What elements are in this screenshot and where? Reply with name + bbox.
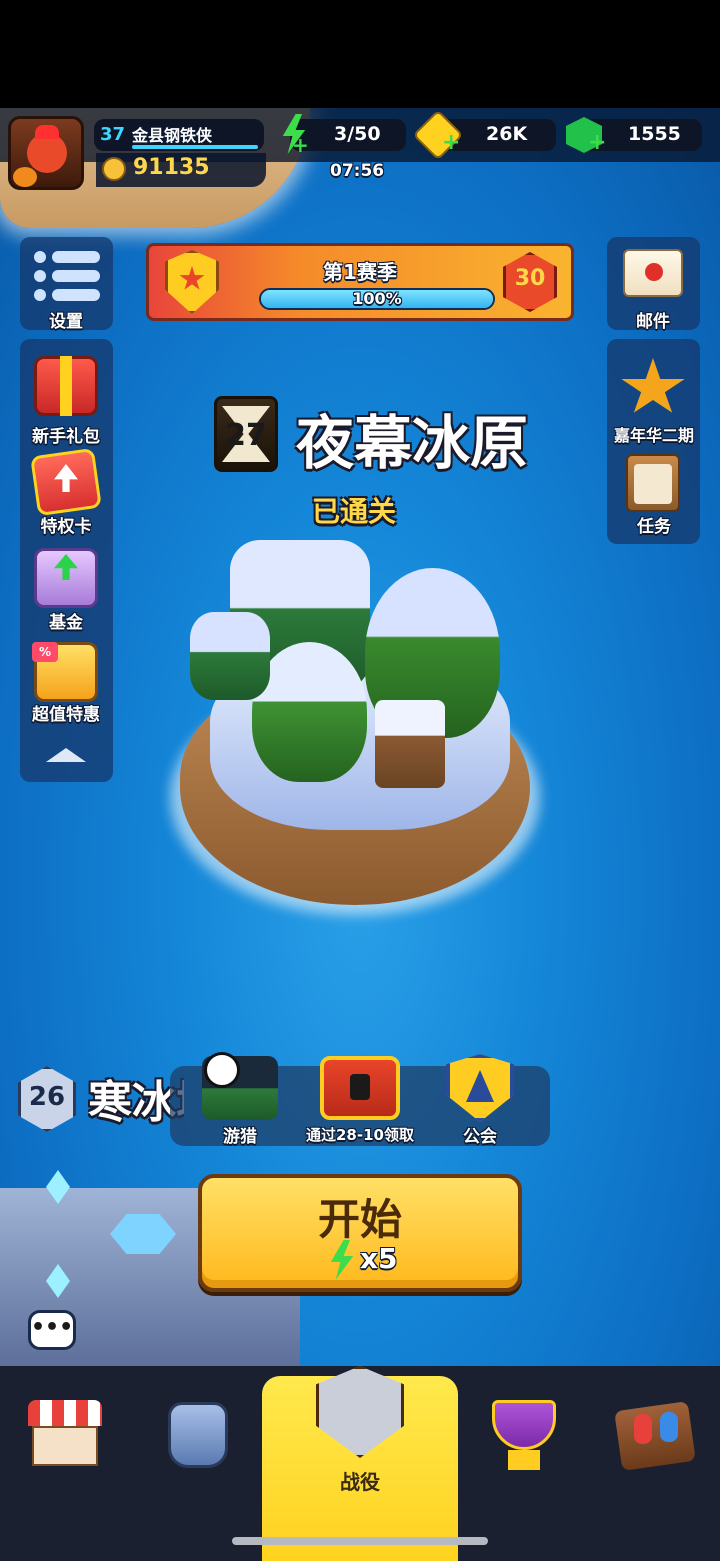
- stage-status: 已通关: [312, 495, 397, 528]
- settings-panel[interactable]: 设置: [20, 237, 113, 332]
- rooster-comb-icon: [35, 125, 59, 139]
- season-banner[interactable]: 第1赛季 100% 30: [146, 243, 574, 321]
- menu-list-icon: [34, 251, 100, 303]
- nav-board[interactable]: [614, 1398, 698, 1474]
- starter-pack-label: 新手礼包: [32, 427, 100, 447]
- start-cost: x5: [360, 1242, 398, 1275]
- guild-button[interactable]: 公会: [430, 1050, 530, 1147]
- gift-ribbon-icon: [60, 356, 72, 416]
- guild-label: 公会: [463, 1127, 497, 1147]
- energy-plus-icon[interactable]: +: [292, 135, 310, 155]
- wooden-crate: [375, 700, 445, 788]
- gem-value: 1555: [628, 123, 681, 145]
- settings-label: 设置: [49, 312, 83, 332]
- player-xp-bar: [132, 145, 258, 149]
- stage-number: 27: [225, 418, 267, 453]
- gold-value: 26K: [486, 123, 528, 145]
- reward-chest-button[interactable]: 通过28-10领取: [300, 1050, 420, 1146]
- mail-label: 邮件: [636, 312, 670, 332]
- player-name: 金县钢铁侠: [132, 126, 213, 145]
- special-offer-button[interactable]: % 超值特惠: [16, 638, 116, 730]
- keyhole-icon: [350, 1074, 370, 1100]
- special-offer-label: 超值特惠: [32, 705, 100, 725]
- armor-icon: [168, 1402, 228, 1468]
- shop-building-icon: [32, 1426, 98, 1466]
- wax-seal-icon: [645, 263, 663, 281]
- energy-value: 3/50: [334, 123, 381, 145]
- fund-button[interactable]: 基金: [16, 544, 116, 636]
- star-badge-icon: [621, 358, 685, 413]
- privilege-card-label: 特权卡: [40, 517, 92, 537]
- reward-chest-label: 通过28-10领取: [306, 1126, 414, 1144]
- power-icon: [102, 157, 126, 181]
- discount-tag-icon: %: [32, 642, 58, 662]
- clipboard-paper-icon: [634, 464, 672, 504]
- gem-plus-icon[interactable]: +: [588, 132, 606, 154]
- carnival-button[interactable]: 嘉年华二期: [604, 352, 704, 445]
- start-label: 开始: [317, 1195, 402, 1244]
- next-stage-number: 26: [28, 1082, 66, 1112]
- battle-label: 战役: [340, 1470, 380, 1494]
- stage-island[interactable]: [170, 540, 540, 915]
- trophy-cup-icon: [492, 1400, 556, 1450]
- game-board-icon: [614, 1401, 696, 1471]
- trophy-base-icon: [508, 1450, 540, 1470]
- red-piece-icon: [634, 1414, 652, 1444]
- starter-pack-button[interactable]: 新手礼包: [16, 352, 116, 447]
- blue-piece-icon: [660, 1412, 678, 1442]
- nav-equipment[interactable]: [160, 1396, 236, 1476]
- nav-shop[interactable]: [24, 1396, 108, 1476]
- player-level: 37: [100, 124, 126, 145]
- status-bar: [0, 0, 720, 108]
- snowy-bush: [190, 612, 270, 700]
- chat-dots-icon: •••: [31, 1315, 74, 1340]
- hunt-label: 游猎: [223, 1127, 257, 1147]
- home-indicator[interactable]: [232, 1537, 488, 1545]
- player-avatar[interactable]: [8, 116, 84, 190]
- mail-button[interactable]: 邮件: [607, 237, 700, 332]
- tasks-button[interactable]: 任务: [604, 448, 704, 540]
- pumpkin-icon: [13, 167, 37, 187]
- rooster-icon: [27, 133, 67, 173]
- start-button[interactable]: 开始 x5: [198, 1174, 522, 1292]
- hunt-button[interactable]: 游猎: [190, 1050, 290, 1147]
- season-max-level: 30: [514, 266, 546, 291]
- stage-name: 夜幕冰原: [296, 409, 529, 477]
- energy-timer: 07:56: [330, 161, 385, 181]
- tasks-label: 任务: [637, 517, 671, 537]
- panda-icon: [204, 1052, 240, 1088]
- shop-awning-icon: [28, 1400, 102, 1426]
- fund-label: 基金: [49, 613, 83, 633]
- season-progress-text: 100%: [352, 289, 402, 308]
- carnival-label: 嘉年华二期: [613, 426, 694, 445]
- privilege-card-button[interactable]: 特权卡: [16, 447, 116, 540]
- power-value: 91135: [133, 155, 210, 180]
- nav-trophy[interactable]: [486, 1396, 562, 1476]
- gold-plus-icon[interactable]: +: [442, 132, 460, 154]
- chat-button[interactable]: •••: [28, 1310, 76, 1350]
